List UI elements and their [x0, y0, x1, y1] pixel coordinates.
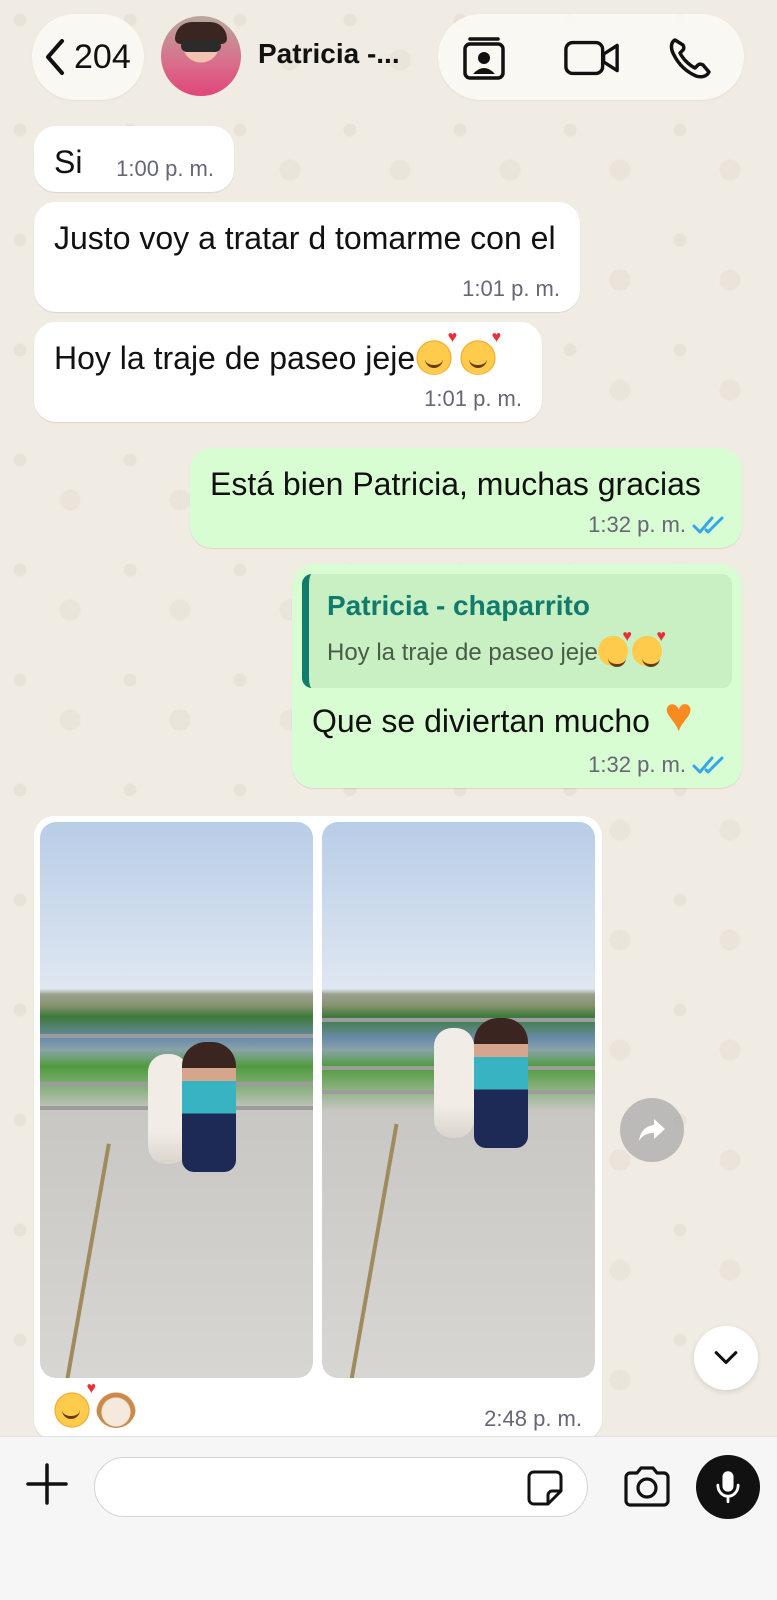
message-bubble-outgoing[interactable]: Patricia - chaparrito Hoy la traje de pa… [292, 564, 742, 788]
camera-icon[interactable] [622, 1465, 672, 1507]
video-call-icon[interactable] [562, 34, 622, 82]
call-actions [438, 14, 744, 100]
orange-heart-icon [664, 688, 706, 743]
chevron-left-icon [46, 39, 64, 75]
message-bubble-incoming[interactable]: Hoy la traje de paseo jeje 1:01 p. m. [34, 322, 542, 422]
dog-face-icon [96, 1388, 136, 1428]
back-button[interactable]: 204 [32, 14, 144, 100]
message-bubble-outgoing[interactable]: Está bien Patricia, muchas gracias 1:32 … [190, 448, 742, 548]
quoted-sender: Patricia - chaparrito [327, 590, 590, 621]
forward-icon [639, 1119, 665, 1141]
microphone-icon [716, 1471, 740, 1504]
plus-icon[interactable] [26, 1463, 68, 1505]
message-time: 1:01 p. m. [462, 276, 560, 301]
smiling-face-with-hearts-icon [459, 329, 501, 375]
quoted-text: Hoy la traje de paseo jeje [327, 628, 714, 667]
read-receipt-icon [692, 756, 724, 774]
smiling-face-with-hearts-icon [597, 628, 632, 667]
smiling-face-with-hearts-icon [631, 628, 666, 667]
microphone-button[interactable] [696, 1455, 760, 1519]
message-text: Hoy la traje de paseo jeje [54, 340, 416, 376]
unread-count: 204 [74, 37, 131, 76]
message-text: Que se diviertan mucho [312, 703, 650, 739]
composer-bar [0, 1436, 777, 1600]
forward-button[interactable] [620, 1098, 684, 1162]
message-time: 1:32 p. m. [588, 512, 686, 537]
message-text: Si [54, 144, 83, 180]
sticker-icon[interactable] [526, 1469, 564, 1507]
read-receipt-icon [692, 516, 724, 534]
message-time: 1:00 p. m. [116, 156, 214, 181]
chat-header: 204 Patricia -... [0, 0, 777, 118]
media-message-bubble[interactable]: 2:48 p. m. [34, 816, 602, 1440]
message-bubble-incoming[interactable]: Si 1:00 p. m. [34, 126, 234, 192]
message-text: Justo voy a tratar d tomarme con el [54, 220, 556, 256]
photo-thumbnail[interactable] [40, 822, 313, 1378]
quoted-reply[interactable]: Patricia - chaparrito Hoy la traje de pa… [302, 574, 732, 688]
phone-icon[interactable] [664, 34, 716, 82]
message-bubble-incoming[interactable]: Justo voy a tratar d tomarme con el 1:01… [34, 202, 580, 312]
message-input[interactable] [94, 1457, 588, 1517]
photo-thumbnail[interactable] [322, 822, 595, 1378]
message-time: 1:32 p. m. [588, 752, 686, 777]
contact-card-icon[interactable] [458, 34, 510, 82]
chevron-down-icon [714, 1351, 738, 1364]
message-text: Está bien Patricia, muchas gracias [210, 466, 701, 502]
message-time: 1:01 p. m. [424, 386, 522, 411]
contact-name[interactable]: Patricia -... [258, 38, 400, 70]
media-caption [52, 1380, 136, 1428]
scroll-to-bottom-button[interactable] [694, 1326, 758, 1390]
smiling-face-with-hearts-icon [415, 329, 457, 375]
message-time: 2:48 p. m. [484, 1406, 582, 1431]
smiling-face-with-hearts-icon [52, 1380, 96, 1428]
contact-avatar[interactable] [161, 16, 241, 96]
